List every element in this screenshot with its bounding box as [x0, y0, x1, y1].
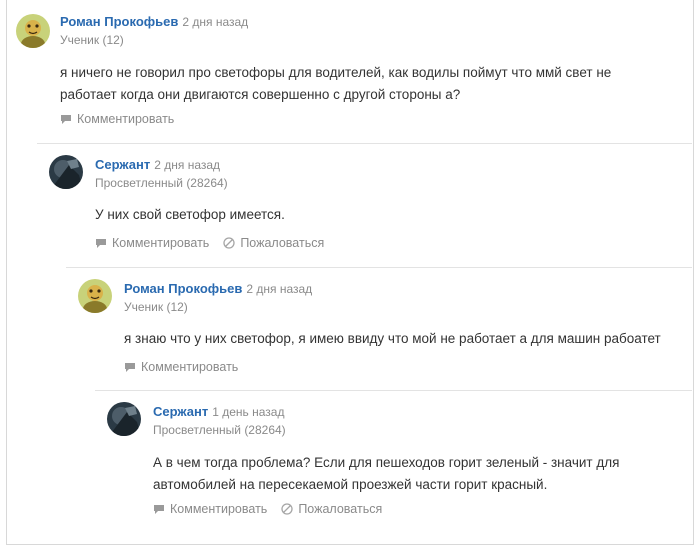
comment-text: я ничего не говорил про светофоры для во… [60, 65, 612, 102]
avatar[interactable] [78, 279, 112, 313]
report-button[interactable]: Пожаловаться [223, 236, 324, 250]
speech-bubble-icon [125, 362, 135, 372]
comment-actions: Комментировать Пожаловаться [95, 236, 338, 250]
report-button-label: Пожаловаться [298, 502, 383, 516]
comment: Роман Прокофьев 2 дня назад Ученик (12) я… [66, 267, 692, 389]
comment-button-label: Комментировать [170, 502, 268, 516]
author-link[interactable]: Роман Прокофьев [60, 14, 178, 29]
comment-button[interactable]: Комментировать [60, 112, 174, 126]
avatar[interactable] [16, 14, 50, 48]
author-link[interactable]: Сержант [153, 404, 208, 419]
comment-actions: Комментировать [60, 112, 188, 126]
comment-text: А в чем тогда проблема? Если для пешеход… [153, 455, 620, 492]
timestamp: 2 дня назад [182, 15, 249, 29]
author-link[interactable]: Роман Прокофьев [124, 281, 242, 296]
block-icon [281, 503, 293, 515]
user-rank: Ученик (12) [60, 33, 124, 47]
avatar[interactable] [49, 155, 83, 189]
comment: Сержант 1 день назад Просветленный (28264… [95, 390, 692, 540]
comment: Сержант 2 дня назад Просветленный (28264)… [37, 143, 692, 267]
report-button[interactable]: Пожаловаться [281, 502, 382, 516]
comment-header: Роман Прокофьев 2 дня назад [124, 280, 312, 298]
comment-text: У них свой светофор имеется. [95, 207, 285, 222]
comment-header: Роман Прокофьев 2 дня назад [60, 13, 248, 31]
comment-button[interactable]: Комментировать [153, 502, 267, 516]
comment-button-label: Комментировать [77, 112, 175, 126]
author-link[interactable]: Сержант [95, 157, 150, 172]
user-rank: Ученик (12) [124, 300, 188, 314]
comment-button-label: Комментировать [141, 360, 239, 374]
comment-text: я знаю что у них светофор, я имею ввиду … [124, 331, 661, 346]
comment-button-label: Комментировать [112, 236, 210, 250]
timestamp: 2 дня назад [154, 158, 221, 172]
speech-bubble-icon [96, 238, 106, 248]
comment: Роман Прокофьев 2 дня назад Ученик (12) я… [14, 4, 692, 139]
user-rank: Просветленный (28264) [95, 176, 228, 190]
comment-header: Сержант 2 дня назад [95, 156, 220, 174]
comment-button[interactable]: Комментировать [124, 360, 238, 374]
comment-header: Сержант 1 день назад [153, 403, 284, 421]
timestamp: 2 дня назад [246, 282, 313, 296]
comment-button[interactable]: Комментировать [95, 236, 209, 250]
timestamp: 1 день назад [212, 405, 285, 419]
comment-actions: Комментировать Пожаловаться [153, 502, 396, 516]
avatar[interactable] [107, 402, 141, 436]
comment-actions: Комментировать [124, 360, 252, 374]
user-rank: Просветленный (28264) [153, 423, 286, 437]
speech-bubble-icon [61, 114, 71, 124]
report-button-label: Пожаловаться [240, 236, 325, 250]
block-icon [223, 237, 235, 249]
speech-bubble-icon [154, 504, 164, 514]
